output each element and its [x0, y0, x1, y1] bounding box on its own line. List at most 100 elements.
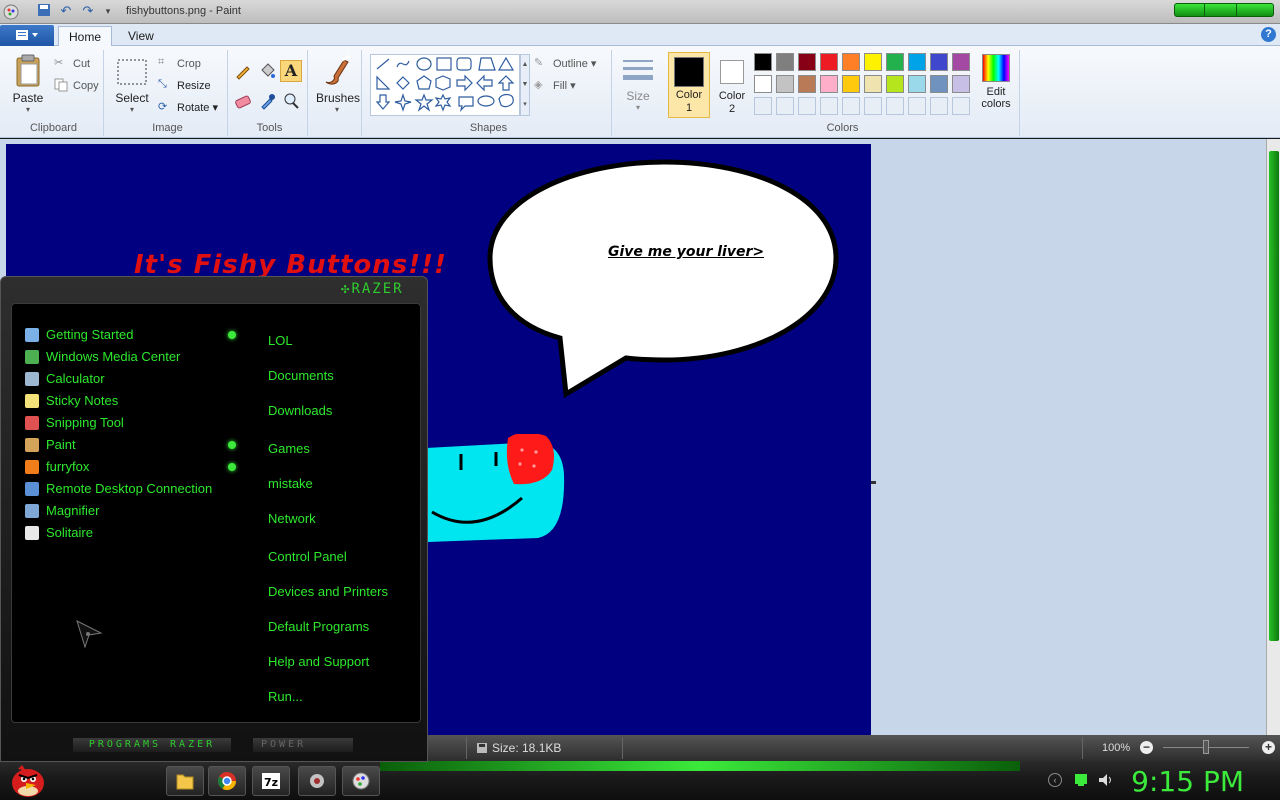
- color-swatch[interactable]: [820, 97, 838, 115]
- program-item[interactable]: Sticky Notes: [46, 393, 118, 408]
- program-item[interactable]: Solitaire: [46, 525, 93, 540]
- eraser-tool[interactable]: [234, 92, 252, 113]
- color-swatch[interactable]: [864, 75, 882, 93]
- color2-button[interactable]: Color 2: [712, 52, 752, 118]
- magnifier-tool[interactable]: [282, 92, 300, 113]
- color-swatch[interactable]: [908, 53, 926, 71]
- color-swatch[interactable]: [842, 75, 860, 93]
- start-place-item[interactable]: Help and Support: [268, 654, 369, 669]
- minimize-button[interactable]: [1175, 4, 1205, 16]
- rotate-button[interactable]: ⟳ Rotate ▾: [158, 100, 218, 116]
- color-swatch[interactable]: [886, 75, 904, 93]
- taskbar-app-4[interactable]: [298, 766, 336, 796]
- start-place-item[interactable]: mistake: [268, 476, 313, 491]
- size-button[interactable]: Size ▾: [618, 56, 658, 112]
- color-swatch[interactable]: [908, 97, 926, 115]
- color-swatch[interactable]: [798, 53, 816, 71]
- edit-colors-button[interactable]: Edit colors: [976, 54, 1016, 110]
- redo-icon[interactable]: ↷: [80, 3, 96, 19]
- program-item[interactable]: Snipping Tool: [46, 415, 124, 430]
- fill-button[interactable]: ◈ Fill ▾: [534, 78, 576, 94]
- color-swatch[interactable]: [886, 53, 904, 71]
- color-swatch[interactable]: [754, 53, 772, 71]
- color-swatch[interactable]: [908, 75, 926, 93]
- start-place-item[interactable]: Network: [268, 511, 316, 526]
- cut-button[interactable]: ✂ Cut: [54, 56, 90, 72]
- taskbar-chrome[interactable]: [208, 766, 246, 796]
- copy-button[interactable]: Copy: [54, 78, 99, 94]
- color-swatch[interactable]: [930, 53, 948, 71]
- brushes-button[interactable]: Brushes ▾: [316, 54, 360, 114]
- volume-icon[interactable]: [1098, 773, 1114, 787]
- color-swatch[interactable]: [864, 53, 882, 71]
- paste-button[interactable]: Paste ▾: [8, 54, 48, 114]
- start-place-item[interactable]: Documents: [268, 368, 334, 383]
- crop-button[interactable]: ⌗ Crop: [158, 56, 201, 72]
- tab-view[interactable]: View: [118, 26, 164, 47]
- start-button[interactable]: [4, 761, 48, 800]
- program-item[interactable]: Paint: [46, 437, 76, 452]
- zoom-in-icon[interactable]: +: [1262, 741, 1275, 754]
- color-swatch[interactable]: [952, 75, 970, 93]
- color-swatch[interactable]: [776, 97, 794, 115]
- program-item[interactable]: Remote Desktop Connection: [46, 481, 212, 496]
- scrollbar-thumb[interactable]: [1269, 151, 1279, 641]
- color-swatch[interactable]: [776, 75, 794, 93]
- power-button[interactable]: POWER: [253, 738, 353, 752]
- file-menu-button[interactable]: [0, 25, 54, 46]
- color-swatch[interactable]: [930, 75, 948, 93]
- jumplist-arrow-icon[interactable]: [228, 331, 236, 339]
- color-swatch[interactable]: [776, 53, 794, 71]
- start-place-item[interactable]: Default Programs: [268, 619, 369, 634]
- paint-app-icon[interactable]: [2, 3, 20, 21]
- color-picker-tool[interactable]: [258, 92, 276, 113]
- pencil-tool[interactable]: [234, 62, 252, 83]
- undo-icon[interactable]: ↶: [58, 3, 74, 19]
- taskbar-paint[interactable]: [342, 766, 380, 796]
- program-item[interactable]: furryfox: [46, 459, 89, 474]
- color-swatch[interactable]: [952, 53, 970, 71]
- program-item[interactable]: Magnifier: [46, 503, 99, 518]
- color-swatch[interactable]: [798, 97, 816, 115]
- color-swatch[interactable]: [820, 75, 838, 93]
- start-place-item[interactable]: LOL: [268, 333, 293, 348]
- fill-tool[interactable]: [258, 62, 276, 83]
- zoom-slider-thumb[interactable]: [1203, 740, 1209, 754]
- start-place-item[interactable]: Games: [268, 441, 310, 456]
- color-swatch[interactable]: [842, 53, 860, 71]
- color-swatch[interactable]: [842, 97, 860, 115]
- start-place-item[interactable]: Control Panel: [268, 549, 347, 564]
- program-item[interactable]: Calculator: [46, 371, 105, 386]
- action-center-icon[interactable]: [1074, 773, 1088, 787]
- color-swatch[interactable]: [820, 53, 838, 71]
- start-place-item[interactable]: Downloads: [268, 403, 332, 418]
- shapes-scroll[interactable]: ▲ ▼ ▾: [520, 54, 530, 116]
- select-button[interactable]: Select ▾: [112, 58, 152, 114]
- tab-home[interactable]: Home: [58, 26, 113, 47]
- canvas-resize-handle[interactable]: [871, 481, 876, 484]
- show-hidden-icons[interactable]: ‹: [1048, 773, 1062, 787]
- zoom-out-icon[interactable]: −: [1140, 741, 1153, 754]
- color-swatch[interactable]: [864, 97, 882, 115]
- close-button[interactable]: [1239, 4, 1269, 16]
- save-icon[interactable]: [36, 3, 52, 19]
- start-place-item[interactable]: Run...: [268, 689, 303, 704]
- jumplist-arrow-icon[interactable]: [228, 463, 236, 471]
- color-swatch[interactable]: [798, 75, 816, 93]
- color-swatch[interactable]: [754, 75, 772, 93]
- color-swatch[interactable]: [886, 97, 904, 115]
- color-swatch[interactable]: [952, 97, 970, 115]
- outline-button[interactable]: ✎ Outline ▾: [534, 56, 596, 72]
- color1-button[interactable]: Color 1: [668, 52, 710, 118]
- text-tool[interactable]: A: [280, 60, 302, 82]
- resize-button[interactable]: ⤡ Resize: [158, 78, 211, 94]
- shapes-gallery[interactable]: [370, 54, 520, 116]
- jumplist-arrow-icon[interactable]: [228, 441, 236, 449]
- program-item[interactable]: Windows Media Center: [46, 349, 180, 364]
- vertical-scrollbar[interactable]: [1266, 139, 1280, 735]
- maximize-button[interactable]: [1207, 4, 1237, 16]
- all-programs-button[interactable]: PROGRAMS RAZER: [73, 738, 231, 752]
- taskbar-7zip[interactable]: 7z: [252, 766, 290, 796]
- clock[interactable]: 9:15 PM: [1131, 765, 1244, 798]
- customize-qat-icon[interactable]: ▾: [100, 3, 116, 19]
